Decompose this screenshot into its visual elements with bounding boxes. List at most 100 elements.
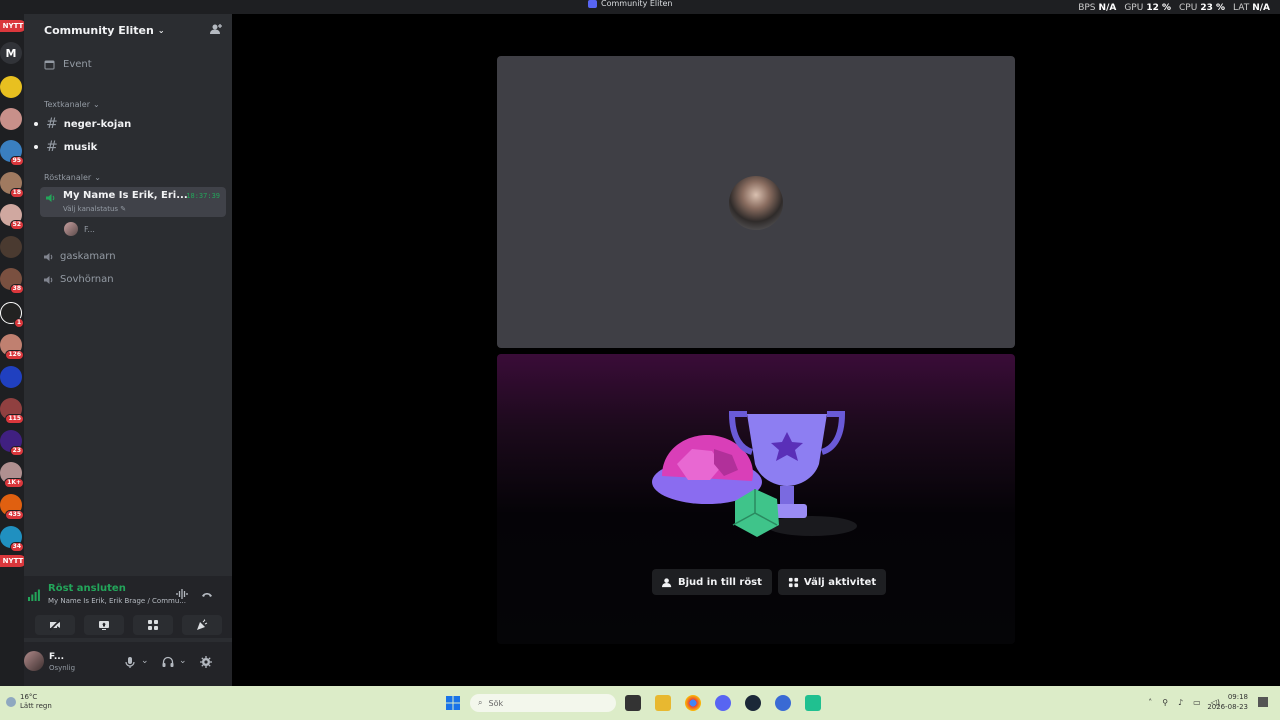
username[interactable]: F...: [49, 652, 64, 662]
activity-button[interactable]: [132, 615, 173, 635]
gear-icon[interactable]: [200, 656, 212, 668]
channel-status-prompt[interactable]: Välj kanalstatus ✎: [63, 205, 126, 213]
hash-icon: #: [46, 116, 58, 132]
category-voice-channels[interactable]: Röstkanaler ⌄: [44, 173, 101, 182]
voice-channel-gaskamarn[interactable]: gaskamarn: [44, 251, 116, 262]
camera-off-icon: [48, 619, 61, 631]
server-icon[interactable]: 95: [0, 140, 24, 166]
server-header[interactable]: Community Eliten ⌄: [24, 14, 232, 46]
category-text-channels[interactable]: Textkanaler ⌄: [44, 100, 100, 109]
app-icon[interactable]: [805, 695, 821, 711]
notification-icon[interactable]: [1258, 697, 1268, 707]
discord-icon: [588, 0, 597, 8]
channel-musik[interactable]: # musik: [34, 137, 226, 157]
trophy-illustration: [652, 411, 857, 537]
activity-icon: [788, 577, 799, 587]
user-panel: F... Osynlig ⌄ ⌄: [24, 642, 232, 686]
system-clock[interactable]: 09:18 2026-08-23: [1207, 692, 1248, 712]
user-avatar[interactable]: [24, 651, 44, 671]
server-icon[interactable]: 126: [0, 334, 24, 360]
ea-app-icon[interactable]: [775, 695, 791, 711]
mention-badge: 95: [9, 156, 24, 166]
server-icon[interactable]: 435: [0, 494, 24, 520]
server-icon[interactable]: 34: [0, 526, 24, 552]
chevron-down-icon[interactable]: ⌄: [179, 656, 191, 668]
server-icon[interactable]: [0, 236, 22, 258]
chevron-down-icon[interactable]: ⌄: [141, 656, 153, 668]
server-icon[interactable]: 23: [0, 430, 24, 456]
mention-badge: 52: [9, 220, 24, 230]
network-icon[interactable]: ⚲: [1162, 698, 1168, 707]
steam-icon[interactable]: [745, 695, 761, 711]
invite-to-voice-button[interactable]: Bjud in till röst: [652, 569, 772, 595]
microphone-icon[interactable]: ♪: [1178, 698, 1183, 707]
soundboard-icon: [196, 619, 207, 630]
speaker-icon: [44, 252, 53, 261]
mention-badge: 34: [9, 542, 24, 552]
server-icon[interactable]: 115: [0, 398, 24, 424]
new-badge[interactable]: NYTT: [0, 20, 24, 32]
search-icon: ⌕: [478, 698, 483, 707]
voice-member[interactable]: F...: [64, 222, 95, 236]
voice-channel-active[interactable]: My Name Is Erik, Eri... 18:37:39 Välj ka…: [40, 187, 226, 217]
noise-suppression-icon[interactable]: [176, 588, 188, 600]
mention-badge: 38: [9, 284, 24, 294]
file-explorer-icon[interactable]: [655, 695, 671, 711]
discord-icon[interactable]: [715, 695, 731, 711]
signal-icon[interactable]: [28, 589, 40, 601]
performance-overlay: BPS N/A GPU 12 % CPU 23 % LAT N/A: [1078, 3, 1270, 13]
server-icon[interactable]: 38: [0, 268, 24, 294]
voice-location: My Name Is Erik, Erik Brage / Commu...: [48, 597, 186, 605]
taskbar-search[interactable]: ⌕ Sök: [470, 694, 616, 712]
headphones-icon[interactable]: [162, 656, 174, 668]
pencil-icon: ✎: [120, 205, 127, 213]
server-icon[interactable]: 1K+: [0, 462, 24, 488]
server-icon-m[interactable]: M: [0, 42, 22, 64]
chrome-icon[interactable]: [685, 695, 701, 711]
speaker-icon: [46, 194, 55, 202]
windows-start-icon[interactable]: [445, 695, 461, 711]
add-member-icon[interactable]: [210, 23, 222, 35]
window-title-bar: Community Eliten BPS N/A GPU 12 % CPU 23 % …: [0, 0, 1280, 14]
mention-badge: 18: [9, 188, 24, 198]
voice-stage: Bjud in till röst Välj aktivitet: [232, 14, 1280, 686]
participant-avatar: [729, 176, 783, 230]
server-icon[interactable]: 52: [0, 204, 24, 230]
activity-icon: [147, 620, 158, 630]
mention-badge: 1: [13, 318, 24, 328]
weather-widget[interactable]: 16°C Lätt regn: [6, 693, 52, 711]
chevron-up-icon[interactable]: ˄: [1148, 698, 1152, 707]
server-icon[interactable]: 1: [0, 302, 24, 328]
voice-actions: [24, 612, 232, 638]
microphone-icon[interactable]: [124, 656, 136, 668]
soundboard-button[interactable]: [181, 615, 222, 635]
activity-buttons: Bjud in till röst Välj aktivitet: [652, 569, 887, 595]
call-timer: 18:37:39: [186, 192, 220, 200]
disconnect-icon[interactable]: [201, 588, 213, 600]
display-icon[interactable]: ▭: [1193, 698, 1201, 707]
screen-share-button[interactable]: [83, 615, 124, 635]
task-view-icon[interactable]: [625, 695, 641, 711]
mention-badge: 23: [9, 446, 24, 456]
speaker-icon: [44, 275, 53, 284]
server-icon[interactable]: 18: [0, 172, 24, 198]
voice-connection-panel: Röst ansluten My Name Is Erik, Erik Brag…: [24, 576, 232, 614]
events-item[interactable]: Event: [44, 59, 92, 70]
choose-activity-button[interactable]: Välj aktivitet: [777, 569, 887, 595]
voice-channel-sovhornan[interactable]: Sovhörnan: [44, 274, 114, 285]
voice-status[interactable]: Röst ansluten: [48, 583, 126, 594]
hash-icon: #: [46, 139, 58, 155]
unread-indicator: [34, 145, 38, 149]
server-icon[interactable]: [0, 108, 22, 130]
participant-tile[interactable]: [497, 56, 1015, 348]
calendar-icon: [44, 60, 55, 70]
new-badge[interactable]: NYTT: [0, 555, 24, 567]
unread-indicator: [34, 122, 38, 126]
server-icon[interactable]: [0, 76, 22, 98]
camera-button[interactable]: [34, 615, 75, 635]
window-title: Community Eliten: [588, 0, 672, 14]
channel-neger-kojan[interactable]: # neger-kojan: [34, 114, 226, 134]
chevron-down-icon: ⌄: [92, 100, 100, 109]
activity-tile: Bjud in till röst Välj aktivitet: [497, 354, 1015, 644]
server-icon[interactable]: [0, 366, 22, 388]
